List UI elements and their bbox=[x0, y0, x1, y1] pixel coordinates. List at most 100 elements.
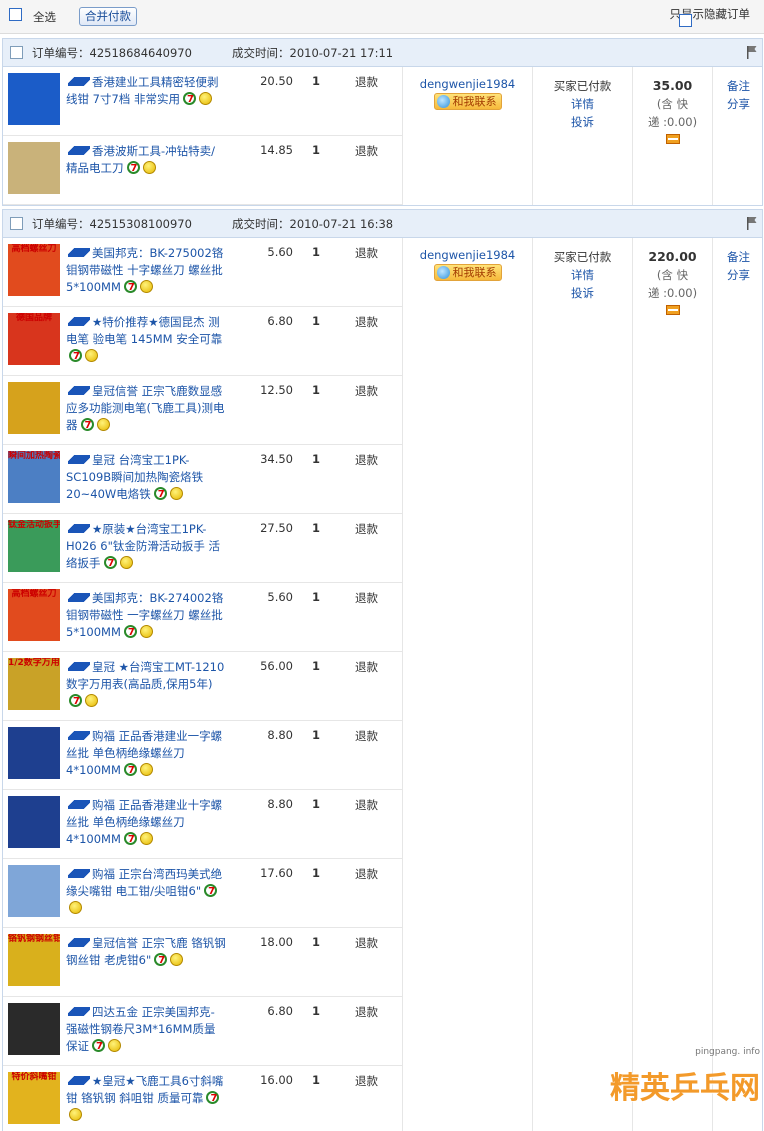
quantity: 1 bbox=[311, 143, 320, 157]
unit-price: 14.85 bbox=[260, 143, 293, 157]
consumer-protection-icon bbox=[69, 901, 82, 914]
product-title-link[interactable]: 购福 正宗台湾西玛美式绝缘尖嘴钳 电工钳/尖咀钳6" bbox=[66, 866, 226, 917]
thumbnail-caption: 德国品牌 bbox=[15, 313, 52, 323]
merge-pay-button[interactable]: 合并付款 bbox=[79, 7, 137, 26]
product-title-link[interactable]: 美国邦克：BK-274002铬钼钢带磁性 一字螺丝刀 螺丝批5*100MM bbox=[66, 590, 226, 641]
product-thumbnail[interactable] bbox=[8, 1003, 60, 1055]
refund-link[interactable]: 退款 bbox=[355, 383, 378, 399]
seller-flag-icon bbox=[68, 1007, 90, 1016]
refund-link[interactable]: 退款 bbox=[355, 314, 378, 330]
seven-day-return-icon bbox=[153, 486, 167, 503]
refund-link[interactable]: 退款 bbox=[355, 590, 378, 606]
product-title-link[interactable]: ★皇冠★飞鹿工具6寸斜嘴钳 铬钒钢 斜咀钳 质量可靠 bbox=[66, 1073, 226, 1124]
seller-flag-icon bbox=[68, 662, 90, 671]
memo-link[interactable]: 备注 bbox=[713, 77, 764, 95]
product-title-link[interactable]: 皇冠信誉 正宗飞鹿 铬钒钢 钢丝钳 老虎钳6" bbox=[66, 935, 226, 969]
refund-link[interactable]: 退款 bbox=[355, 797, 378, 813]
select-all-label[interactable]: 全选 bbox=[33, 9, 56, 25]
product-title-link[interactable]: ★特价推荐★德国昆杰 测电笔 验电笔 145MM 安全可靠 bbox=[66, 314, 226, 365]
unit-price: 56.00 bbox=[260, 659, 293, 673]
status-cell: 买家已付款 详情 投诉 bbox=[532, 67, 632, 205]
refund-link[interactable]: 退款 bbox=[355, 143, 378, 159]
order-status: 买家已付款 bbox=[553, 79, 612, 93]
product-thumbnail[interactable]: 德国品牌 bbox=[8, 313, 60, 365]
payment-card-icon[interactable] bbox=[665, 134, 680, 144]
product-title-link[interactable]: 皇冠 ★台湾宝工MT-1210数字万用表(高品质,保用5年) bbox=[66, 659, 226, 710]
product-thumbnail[interactable]: 瞬间加热陶瓷 bbox=[8, 451, 60, 503]
flag-icon[interactable] bbox=[746, 45, 758, 59]
show-hidden-toggle[interactable]: 只显示隐藏订单 bbox=[670, 6, 750, 27]
product-thumbnail[interactable]: 高档螺丝刀 bbox=[8, 589, 60, 641]
product-thumbnail[interactable] bbox=[8, 796, 60, 848]
detail-link[interactable]: 详情 bbox=[533, 95, 632, 113]
seller-name-link[interactable]: dengwenjie1984 bbox=[403, 77, 532, 91]
unit-price: 18.00 bbox=[260, 935, 293, 949]
share-link[interactable]: 分享 bbox=[713, 95, 764, 113]
seller-name-link[interactable]: dengwenjie1984 bbox=[403, 248, 532, 262]
watermark-brand: 精英乒乓网 bbox=[610, 1071, 760, 1106]
refund-link[interactable]: 退款 bbox=[355, 74, 378, 90]
product-title-link[interactable]: 购福 正品香港建业十字螺丝批 单色柄绝缘螺丝刀4*100MM bbox=[66, 797, 226, 848]
product-title-link[interactable]: 香港波斯工具-冲钻特卖/精品电工刀 bbox=[66, 143, 226, 177]
refund-link[interactable]: 退款 bbox=[355, 452, 378, 468]
product-thumbnail[interactable] bbox=[8, 865, 60, 917]
product-thumbnail[interactable]: 1/2数字万用表 bbox=[8, 658, 60, 710]
seven-day-return-icon bbox=[69, 693, 82, 710]
product-thumbnail[interactable]: 特价斜嘴钳 bbox=[8, 1072, 60, 1124]
contact-seller-button[interactable]: 和我联系 bbox=[433, 264, 502, 281]
product-title-link[interactable]: 购福 正品香港建业一字螺丝批 单色柄绝缘螺丝刀4*100MM bbox=[66, 728, 226, 779]
product-thumbnail[interactable] bbox=[8, 73, 60, 125]
seller-flag-icon bbox=[68, 386, 90, 395]
order-item-row: 高档螺丝刀 美国邦克：BK-275002铬钼钢带磁性 十字螺丝刀 螺丝批5*10… bbox=[3, 238, 402, 307]
memo-cell: 备注 分享 bbox=[712, 238, 764, 1131]
product-title-link[interactable]: ★原装★台湾宝工1PK-H026 6"钛金防滑活动扳手 活络扳手 bbox=[66, 521, 226, 572]
contact-seller-button[interactable]: 和我联系 bbox=[433, 93, 502, 110]
unit-price: 34.50 bbox=[260, 452, 293, 466]
refund-link[interactable]: 退款 bbox=[355, 1073, 378, 1089]
order-checkbox[interactable] bbox=[10, 46, 23, 59]
product-thumbnail[interactable] bbox=[8, 727, 60, 779]
quantity: 1 bbox=[311, 590, 320, 604]
product-title-link[interactable]: 皇冠信誉 正宗飞鹿数显感应多功能测电笔(飞鹿工具)测电器 bbox=[66, 383, 226, 434]
refund-link[interactable]: 退款 bbox=[355, 1004, 378, 1020]
product-thumbnail[interactable]: 高档螺丝刀 bbox=[8, 244, 60, 296]
product-title-link[interactable]: 皇冠 台湾宝工1PK-SC109B瞬间加热陶瓷烙铁20~40W电烙铁 bbox=[66, 452, 226, 503]
complain-link[interactable]: 投诉 bbox=[533, 284, 632, 302]
status-cell: 买家已付款 详情 投诉 bbox=[532, 238, 632, 1131]
product-title-link[interactable]: 香港建业工具精密轻便剥线钳 7寸7档 非常实用 bbox=[66, 74, 226, 108]
product-title-link[interactable]: 四达五金 正宗美国邦克-强磁性钢卷尺3M*16MM质量保证 bbox=[66, 1004, 226, 1055]
product-thumbnail[interactable]: 钛金活动扳手 bbox=[8, 520, 60, 572]
refund-link[interactable]: 退款 bbox=[355, 245, 378, 261]
seven-day-return-icon bbox=[126, 160, 140, 177]
flag-icon[interactable] bbox=[746, 216, 758, 230]
seven-day-return-icon bbox=[154, 952, 168, 969]
refund-link[interactable]: 退款 bbox=[355, 866, 378, 882]
payment-card-icon[interactable] bbox=[665, 305, 680, 315]
show-hidden-checkbox[interactable] bbox=[678, 14, 692, 27]
seller-flag-icon bbox=[68, 593, 90, 602]
order-checkbox[interactable] bbox=[10, 217, 23, 230]
detail-link[interactable]: 详情 bbox=[533, 266, 632, 284]
quantity: 1 bbox=[311, 74, 320, 88]
unit-price: 27.50 bbox=[260, 521, 293, 535]
refund-link[interactable]: 退款 bbox=[355, 521, 378, 537]
select-all-checkbox[interactable] bbox=[9, 8, 22, 21]
refund-link[interactable]: 退款 bbox=[355, 659, 378, 675]
product-thumbnail[interactable]: 铬钒钢钢丝钳 bbox=[8, 934, 60, 986]
product-thumbnail[interactable] bbox=[8, 142, 60, 194]
order-header: 订单编号：42518684640970 成交时间：2010-07-21 17:1… bbox=[3, 39, 762, 67]
seller-flag-icon bbox=[68, 317, 90, 326]
product-thumbnail[interactable] bbox=[8, 382, 60, 434]
complain-link[interactable]: 投诉 bbox=[533, 113, 632, 131]
order-number: 订单编号：42515308100970 bbox=[32, 217, 192, 231]
seller-flag-icon bbox=[68, 77, 90, 86]
order-total: 35.00 bbox=[652, 78, 693, 93]
product-title-link[interactable]: 美国邦克：BK-275002铬钼钢带磁性 十字螺丝刀 螺丝批5*100MM bbox=[66, 245, 226, 296]
seller-flag-icon bbox=[68, 524, 90, 533]
share-link[interactable]: 分享 bbox=[713, 266, 764, 284]
total-cell: 35.00 (含 快 递 :0.00) bbox=[632, 67, 712, 205]
watermark: pingpang. info 精英乒乓网 bbox=[610, 1047, 760, 1127]
refund-link[interactable]: 退款 bbox=[355, 935, 378, 951]
memo-link[interactable]: 备注 bbox=[713, 248, 764, 266]
refund-link[interactable]: 退款 bbox=[355, 728, 378, 744]
